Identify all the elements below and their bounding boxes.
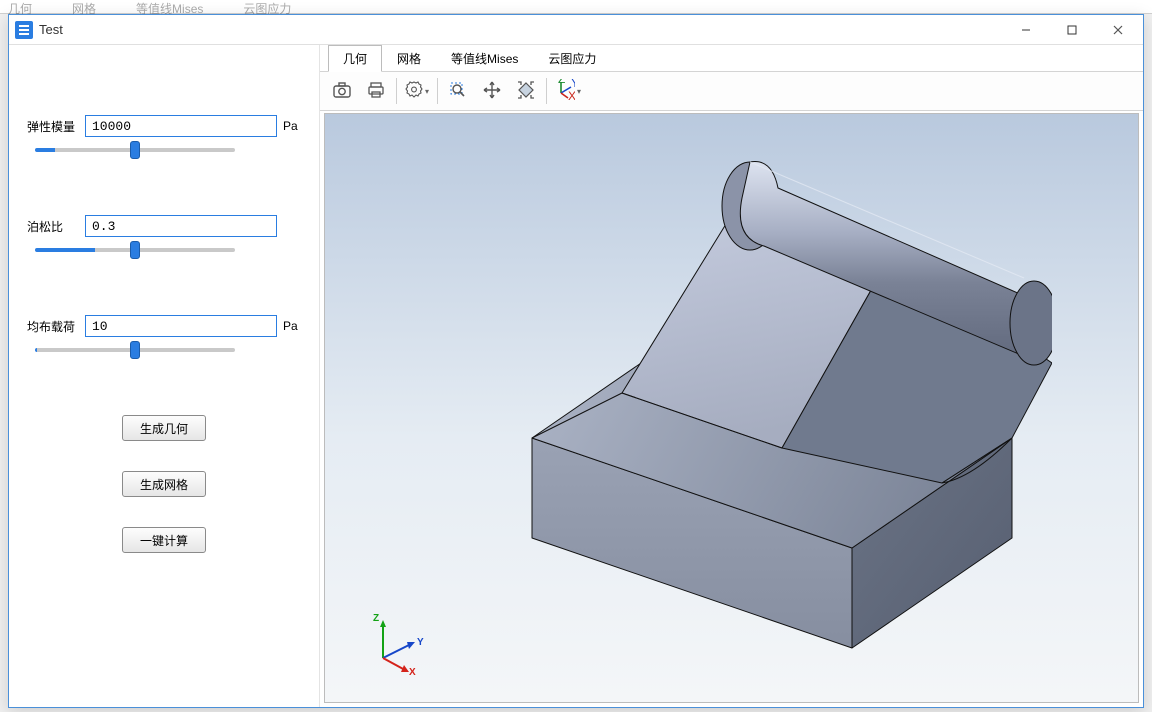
- elastic-modulus-label: 弹性模量: [27, 118, 79, 135]
- view-panel: 几何 网格 等值线Mises 云图应力 ▾: [319, 45, 1143, 707]
- tab-geometry[interactable]: 几何: [328, 45, 382, 72]
- param-poisson-ratio: 泊松比: [27, 215, 301, 255]
- elastic-modulus-unit: Pa: [283, 119, 301, 133]
- gear-icon: [405, 81, 423, 102]
- printer-icon: [366, 80, 386, 103]
- settings-button[interactable]: ▾: [401, 75, 433, 107]
- tab-bar: 几何 网格 等值线Mises 云图应力: [320, 45, 1143, 71]
- fit-diamond-icon: [516, 80, 536, 103]
- maximize-button[interactable]: [1049, 15, 1095, 45]
- tab-contour-mises[interactable]: 等值线Mises: [436, 45, 533, 72]
- app-window: Test 弹性模量 Pa 泊松比: [8, 14, 1144, 708]
- chevron-down-icon: ▾: [425, 87, 429, 96]
- distributed-load-unit: Pa: [283, 319, 301, 333]
- fit-view-button[interactable]: [510, 75, 542, 107]
- param-distributed-load: 均布载荷 Pa: [27, 315, 301, 355]
- zoom-button[interactable]: [442, 75, 474, 107]
- axis-y-label: Y: [417, 637, 424, 648]
- magnifier-icon: [448, 80, 468, 103]
- one-click-compute-button[interactable]: 一键计算: [122, 527, 206, 553]
- close-button[interactable]: [1095, 15, 1141, 45]
- screenshot-button[interactable]: [326, 75, 358, 107]
- window-title: Test: [39, 22, 1003, 37]
- axis-orientation-button[interactable]: ZYX ▾: [551, 75, 583, 107]
- elastic-modulus-input[interactable]: [85, 115, 277, 137]
- tab-mesh[interactable]: 网格: [382, 45, 436, 72]
- app-icon: [15, 21, 33, 39]
- axis-z-label: Z: [373, 613, 379, 624]
- axis-x-label: X: [409, 667, 416, 678]
- toolbar-separator: [396, 78, 397, 104]
- generate-geometry-button[interactable]: 生成几何: [122, 415, 206, 441]
- chevron-down-icon: ▾: [577, 87, 581, 96]
- camera-icon: [332, 80, 352, 103]
- model-viewport[interactable]: Z Y X: [324, 113, 1139, 703]
- minimize-button[interactable]: [1003, 15, 1049, 45]
- tab-cloud-stress[interactable]: 云图应力: [533, 45, 611, 72]
- poisson-ratio-slider[interactable]: [35, 248, 235, 252]
- viewport-axis-gizmo: [363, 614, 423, 674]
- svg-text:Z: Z: [558, 79, 565, 86]
- poisson-ratio-input[interactable]: [85, 215, 277, 237]
- distributed-load-label: 均布载荷: [27, 318, 79, 335]
- viewport-toolbar: ▾ ZYX ▾: [320, 71, 1143, 111]
- pan-button[interactable]: [476, 75, 508, 107]
- generate-mesh-button[interactable]: 生成网格: [122, 471, 206, 497]
- svg-text:X: X: [568, 89, 575, 101]
- parent-tabs-strip: 几何网格等值线Mises云图应力: [0, 0, 1152, 14]
- model-render: [412, 128, 1052, 688]
- distributed-load-input[interactable]: [85, 315, 277, 337]
- poisson-ratio-label: 泊松比: [27, 218, 79, 235]
- print-button[interactable]: [360, 75, 392, 107]
- pan-arrows-icon: [482, 80, 502, 103]
- param-elastic-modulus: 弹性模量 Pa: [27, 115, 301, 155]
- axis-triad-icon: ZYX: [553, 79, 575, 104]
- parameter-panel: 弹性模量 Pa 泊松比 均布载荷 Pa: [9, 45, 319, 707]
- distributed-load-slider[interactable]: [35, 348, 235, 352]
- toolbar-separator: [437, 78, 438, 104]
- elastic-modulus-slider[interactable]: [35, 148, 235, 152]
- title-bar[interactable]: Test: [9, 15, 1143, 45]
- toolbar-separator: [546, 78, 547, 104]
